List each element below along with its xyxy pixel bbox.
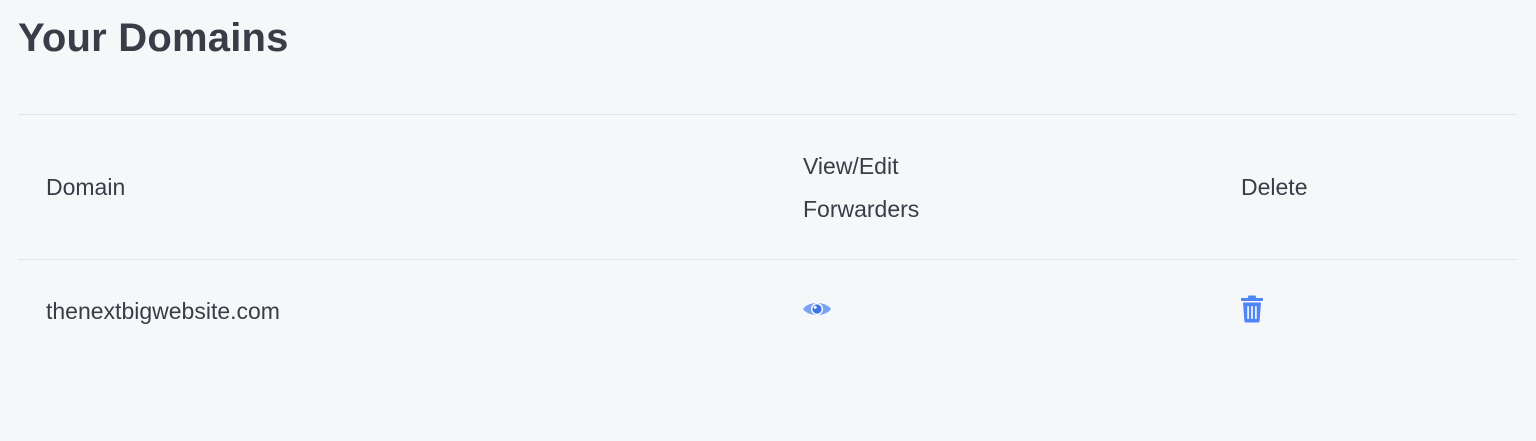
delete-domain-button[interactable]: [1238, 295, 1266, 327]
trash-icon: [1240, 295, 1264, 328]
column-header-delete: Delete: [1241, 174, 1308, 200]
column-header-domain: Domain: [46, 174, 126, 200]
column-header-view-edit-line1: View/Edit: [803, 153, 899, 179]
column-header-view-edit-forwarders: View/Edit Forwarders: [803, 145, 1023, 231]
domain-name-cell: thenextbigwebsite.com: [46, 298, 280, 324]
eye-icon: [802, 299, 832, 324]
header-top-divider: [18, 114, 1517, 115]
column-header-view-edit-line2: Forwarders: [803, 196, 920, 222]
header-row-divider: [18, 259, 1517, 260]
domains-page: Your Domains Domain View/Edit Forwarders…: [0, 0, 1536, 441]
view-edit-forwarders-button[interactable]: [800, 296, 834, 326]
page-title: Your Domains: [18, 16, 289, 60]
